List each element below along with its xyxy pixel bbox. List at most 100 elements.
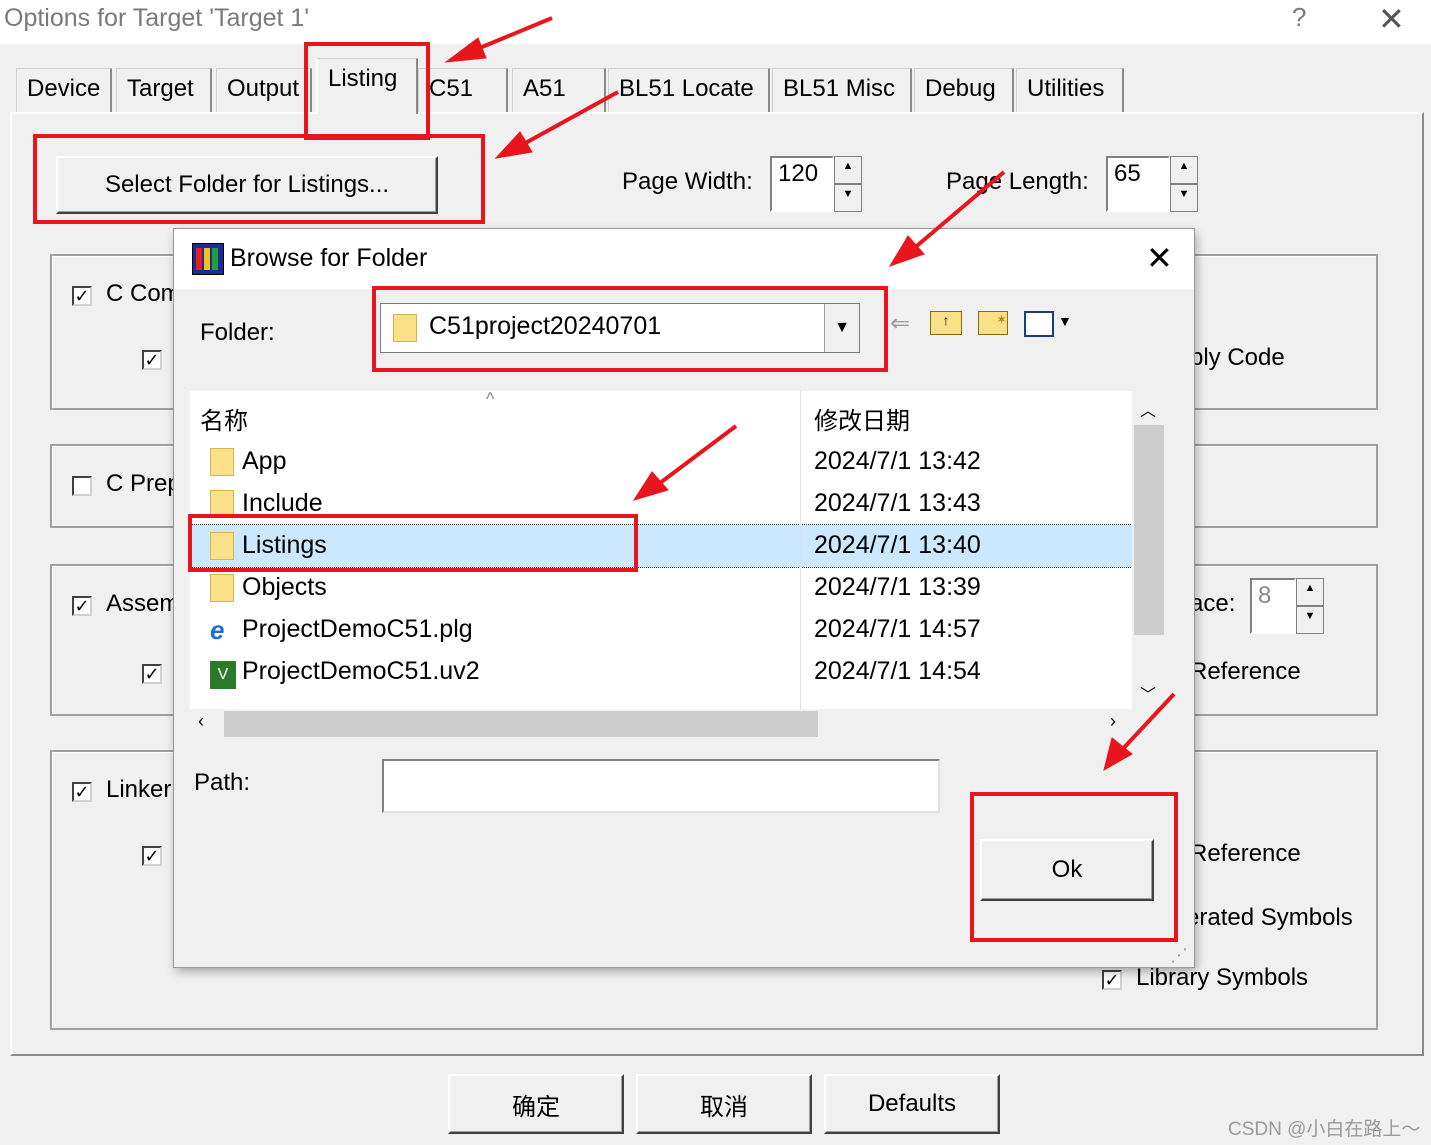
window-title: Options for Target 'Target 1' bbox=[4, 4, 310, 32]
path-label: Path: bbox=[194, 769, 251, 796]
list-item[interactable]: Listings 2024/7/1 13:40 bbox=[190, 524, 1132, 568]
scroll-right-icon[interactable]: › bbox=[1110, 711, 1116, 732]
list-item[interactable]: e ProjectDemoC51.plg 2024/7/1 14:57 bbox=[190, 609, 1132, 651]
list-item-date: 2024/7/1 13:43 bbox=[814, 489, 981, 517]
dialog-ok-button[interactable]: Ok bbox=[980, 839, 1154, 901]
tab-bl51-misc[interactable]: BL51 Misc bbox=[772, 68, 912, 112]
view-menu-icon[interactable] bbox=[1024, 311, 1054, 337]
tab-device[interactable]: Device bbox=[16, 68, 112, 112]
assembler-sub-checkbox[interactable]: ✓ bbox=[142, 664, 162, 684]
list-item-name: Include bbox=[242, 489, 323, 517]
library-symbols-checkbox[interactable]: ✓ bbox=[1102, 970, 1122, 990]
tab-output[interactable]: Output bbox=[216, 68, 312, 112]
list-item-date: 2024/7/1 14:57 bbox=[814, 615, 981, 643]
dialog-title: Browse for Folder bbox=[230, 244, 428, 272]
folder-combobox-value: C51project20240701 bbox=[429, 312, 662, 340]
linker-sub-checkbox[interactable]: ✓ bbox=[142, 846, 162, 866]
list-item-name: ProjectDemoC51.uv2 bbox=[242, 657, 480, 685]
chevron-down-icon[interactable]: ▼ bbox=[824, 304, 859, 352]
tab-target[interactable]: Target bbox=[116, 68, 212, 112]
horizontal-scrollbar[interactable]: ‹ › bbox=[190, 709, 1166, 739]
linker-label: Linker bbox=[106, 776, 172, 803]
page-width-spinner[interactable]: ▲ ▼ bbox=[834, 156, 862, 212]
tab-a51[interactable]: A51 bbox=[512, 68, 606, 112]
list-item-date: 2024/7/1 13:40 bbox=[814, 531, 981, 559]
assembler-checkbox[interactable]: ✓ bbox=[72, 596, 92, 616]
cancel-button[interactable]: 取消 bbox=[636, 1074, 812, 1134]
folder-icon bbox=[210, 573, 234, 603]
column-name-header[interactable]: 名称 bbox=[200, 401, 248, 436]
list-item-name: App bbox=[242, 447, 287, 475]
list-item[interactable]: Objects 2024/7/1 13:39 bbox=[190, 567, 1132, 609]
c-compiler-sub-checkbox[interactable]: ✓ bbox=[142, 350, 162, 370]
list-item-date: 2024/7/1 13:42 bbox=[814, 447, 981, 475]
tab-space-label: ace: bbox=[1190, 590, 1236, 617]
tab-bl51-locate[interactable]: BL51 Locate bbox=[608, 68, 770, 112]
folder-icon bbox=[210, 489, 234, 519]
folder-icon bbox=[210, 447, 234, 477]
cross-reference-label-1: Reference bbox=[1190, 658, 1301, 685]
close-window-button[interactable]: ✕ bbox=[1378, 0, 1405, 38]
page-length-input[interactable]: 65 bbox=[1106, 156, 1170, 212]
up-folder-icon[interactable]: ↑ bbox=[930, 311, 962, 335]
sort-ascending-icon: ^ bbox=[486, 391, 495, 409]
ie-file-icon: e bbox=[210, 615, 225, 645]
list-item-date: 2024/7/1 14:54 bbox=[814, 657, 981, 685]
list-item[interactable]: Include 2024/7/1 13:43 bbox=[190, 483, 1132, 525]
cross-reference-label-2: Reference bbox=[1190, 840, 1301, 867]
horizontal-scroll-thumb[interactable] bbox=[224, 711, 818, 737]
watermark: CSDN @小白在路上～ bbox=[1228, 1119, 1421, 1140]
resize-grip-icon[interactable]: ⋰ bbox=[1170, 945, 1188, 966]
folder-icon bbox=[210, 531, 234, 561]
c-compiler-checkbox[interactable]: ✓ bbox=[72, 286, 92, 306]
dialog-close-button[interactable]: ✕ bbox=[1146, 239, 1173, 277]
c-preprocessor-label: C Prep bbox=[106, 470, 181, 497]
tab-utilities[interactable]: Utilities bbox=[1016, 68, 1124, 112]
tab-space-input[interactable]: 8 bbox=[1250, 578, 1296, 634]
uvision-app-icon bbox=[192, 243, 224, 275]
library-symbols-label: Library Symbols bbox=[1136, 964, 1309, 991]
list-item-name: ProjectDemoC51.plg bbox=[242, 615, 473, 643]
linker-checkbox[interactable]: ✓ bbox=[72, 782, 92, 802]
page-length-spinner[interactable]: ▲ ▼ bbox=[1170, 156, 1198, 212]
list-item-name: Objects bbox=[242, 573, 327, 601]
generated-symbols-label: erated Symbols bbox=[1186, 904, 1353, 931]
view-menu-chevron-icon[interactable]: ▼ bbox=[1058, 313, 1072, 329]
assembler-label: Assem bbox=[106, 590, 180, 617]
list-header: 名称 ^ 修改日期 bbox=[190, 391, 1132, 437]
tab-space-spinner[interactable]: ▲ ▼ bbox=[1296, 578, 1324, 634]
new-folder-icon[interactable]: ✶ bbox=[978, 311, 1008, 335]
folder-label: Folder: bbox=[200, 319, 275, 346]
back-arrow-icon[interactable]: ⇐ bbox=[890, 309, 910, 338]
tab-debug[interactable]: Debug bbox=[914, 68, 1014, 112]
page-length-label: Page Length: bbox=[946, 168, 1089, 195]
file-list[interactable]: 名称 ^ 修改日期 App 2024/7/1 13:42 Include 2024/7… bbox=[190, 391, 1132, 709]
browse-folder-dialog: Browse for Folder ✕ Folder: C51project20… bbox=[174, 229, 1194, 967]
tab-c51[interactable]: C51 bbox=[418, 68, 508, 112]
defaults-button[interactable]: Defaults bbox=[824, 1074, 1000, 1134]
ok-button[interactable]: 确定 bbox=[448, 1074, 624, 1134]
help-button[interactable]: ? bbox=[1292, 2, 1306, 33]
assembly-code-label: bly Code bbox=[1190, 344, 1285, 371]
list-item[interactable]: V ProjectDemoC51.uv2 2024/7/1 14:54 bbox=[190, 651, 1132, 693]
page-width-input[interactable]: 120 bbox=[770, 156, 834, 212]
folder-icon bbox=[393, 314, 417, 342]
column-date-header[interactable]: 修改日期 bbox=[814, 401, 910, 436]
list-item-date: 2024/7/1 13:39 bbox=[814, 573, 981, 601]
page-width-label: Page Width: bbox=[622, 168, 753, 195]
path-input[interactable] bbox=[382, 759, 940, 813]
vertical-scroll-thumb[interactable] bbox=[1134, 425, 1164, 635]
vertical-scrollbar[interactable]: ︿ ﹀ bbox=[1132, 391, 1166, 709]
c-compiler-label: C Com bbox=[106, 280, 181, 307]
folder-combobox[interactable]: C51project20240701 ▼ bbox=[380, 303, 860, 353]
scroll-up-icon[interactable]: ︿ bbox=[1140, 397, 1156, 421]
list-item[interactable]: App 2024/7/1 13:42 bbox=[190, 441, 1132, 483]
select-folder-button[interactable]: Select Folder for Listings... bbox=[56, 156, 438, 214]
tab-listing[interactable]: Listing bbox=[316, 58, 418, 114]
uvision-file-icon: V bbox=[210, 657, 236, 689]
scroll-down-icon[interactable]: ﹀ bbox=[1140, 681, 1156, 705]
list-item-name: Listings bbox=[242, 531, 327, 559]
c-preprocessor-checkbox[interactable] bbox=[72, 476, 92, 496]
scroll-left-icon[interactable]: ‹ bbox=[198, 711, 204, 732]
column-divider bbox=[800, 391, 801, 709]
